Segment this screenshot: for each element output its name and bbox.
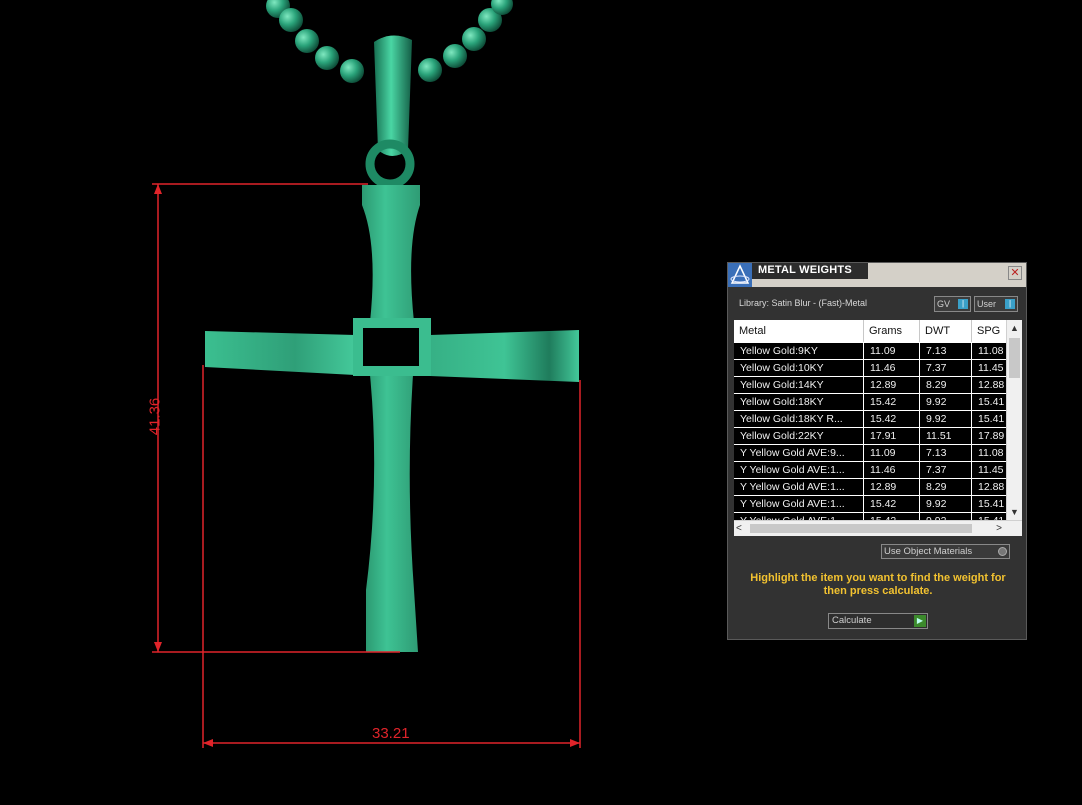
use-object-materials-toggle[interactable]: Use Object Materials [881, 544, 1010, 559]
panel-titlebar[interactable]: METAL WEIGHTS ✕ [728, 263, 1026, 287]
cell-metal: Y Yellow Gold AVE:1... [734, 496, 864, 512]
table-row[interactable]: Y Yellow Gold AVE:1... 11.46 7.37 11.45 [734, 462, 1006, 479]
cell-metal: Y Yellow Gold AVE:1... [734, 479, 864, 495]
chain-bead [340, 59, 364, 83]
width-dimension-label: 33.21 [372, 725, 410, 742]
scroll-up-icon[interactable]: ▲ [1007, 320, 1022, 336]
instruction-text: Highlight the item you want to find the … [750, 572, 1006, 597]
cell-dwt: 11.51 [920, 428, 972, 444]
toggle-knob-icon: | [958, 299, 968, 309]
calculate-label: Calculate [832, 615, 872, 626]
table-row[interactable]: Yellow Gold:22KY 17.91 11.51 17.89 [734, 428, 1006, 445]
table-row[interactable]: Yellow Gold:18KY R... 15.42 9.92 15.41 [734, 411, 1006, 428]
cell-grams: 15.42 [864, 496, 920, 512]
scroll-right-icon[interactable]: > [996, 521, 1002, 536]
chain-bead [295, 29, 319, 53]
cross-lower-stem [366, 375, 418, 652]
scroll-down-icon[interactable]: ▼ [1007, 504, 1022, 520]
cell-metal: Y Yellow Gold AVE:9... [734, 445, 864, 461]
chain-bead [279, 8, 303, 32]
cell-grams: 17.91 [864, 428, 920, 444]
height-dimension-label: 41.36 [146, 397, 164, 436]
cell-metal: Yellow Gold:22KY [734, 428, 864, 444]
arrow-down [154, 642, 162, 652]
cross-upper-stem [362, 185, 420, 322]
table-row[interactable]: Yellow Gold:10KY 11.46 7.37 11.45 [734, 360, 1006, 377]
cell-grams: 11.09 [864, 445, 920, 461]
table-row[interactable]: Y Yellow Gold AVE:1... 12.89 8.29 12.88 [734, 479, 1006, 496]
user-toggle[interactable]: User | [974, 296, 1018, 312]
cell-grams: 11.09 [864, 343, 920, 359]
cross-right-arm [430, 330, 579, 382]
cell-grams: 12.89 [864, 377, 920, 393]
cell-dwt: 9.92 [920, 496, 972, 512]
cell-metal: Yellow Gold:18KY R... [734, 411, 864, 427]
scroll-left-icon[interactable]: < [736, 521, 742, 536]
table-header: Metal Grams DWT SPG [734, 320, 1006, 342]
chain-bead [462, 27, 486, 51]
arrow-right [570, 739, 580, 747]
cell-dwt: 7.13 [920, 343, 972, 359]
radio-icon [998, 547, 1007, 556]
panel-title: METAL WEIGHTS [758, 264, 852, 276]
cell-dwt: 9.92 [920, 411, 972, 427]
cell-dwt: 8.29 [920, 479, 972, 495]
table-row[interactable]: Yellow Gold:18KY 15.42 9.92 15.41 [734, 394, 1006, 411]
table-row[interactable]: Yellow Gold:9KY 11.09 7.13 11.08 [734, 343, 1006, 360]
cell-grams: 11.46 [864, 360, 920, 376]
toggle-knob-icon: | [1005, 299, 1015, 309]
app-logo-icon [728, 263, 752, 287]
arrow-up [154, 184, 162, 194]
column-header-metal[interactable]: Metal [734, 320, 864, 342]
cross-left-arm [205, 331, 355, 375]
gv-toggle-label: GV [937, 299, 951, 309]
table-row[interactable]: Yellow Gold:14KY 12.89 8.29 12.88 [734, 377, 1006, 394]
metal-weights-panel: METAL WEIGHTS ✕ Library: Satin Blur - (F… [727, 262, 1027, 640]
library-label: Library: Satin Blur - (Fast)-Metal [739, 298, 868, 308]
chain-bead [315, 46, 339, 70]
cell-metal: Yellow Gold:10KY [734, 360, 864, 376]
chain-bead [443, 44, 467, 68]
table-row[interactable]: Y Yellow Gold AVE:9... 11.09 7.13 11.08 [734, 445, 1006, 462]
bail [374, 35, 412, 156]
use-object-materials-label: Use Object Materials [884, 546, 973, 557]
arrow-left [203, 739, 213, 747]
cell-metal: Yellow Gold:18KY [734, 394, 864, 410]
calculate-button[interactable]: Calculate ▶ [828, 613, 928, 629]
cell-grams: 15.42 [864, 411, 920, 427]
horizontal-scrollbar[interactable]: < > [734, 520, 1022, 536]
column-header-grams[interactable]: Grams [864, 320, 920, 342]
play-arrow-icon: ▶ [914, 615, 926, 627]
cell-metal: Yellow Gold:14KY [734, 377, 864, 393]
cell-dwt: 7.37 [920, 462, 972, 478]
cell-grams: 12.89 [864, 479, 920, 495]
gv-toggle[interactable]: GV | [934, 296, 971, 312]
column-header-dwt[interactable]: DWT [920, 320, 972, 342]
cell-dwt: 9.92 [920, 394, 972, 410]
table-body: Yellow Gold:9KY 11.09 7.13 11.08 Yellow Gol… [734, 343, 1006, 530]
vertical-scrollbar[interactable]: ▲ ▼ [1006, 320, 1022, 520]
cell-grams: 15.42 [864, 394, 920, 410]
cell-metal: Y Yellow Gold AVE:1... [734, 462, 864, 478]
cell-dwt: 8.29 [920, 377, 972, 393]
horizontal-scroll-thumb[interactable] [750, 524, 972, 533]
vertical-scroll-thumb[interactable] [1009, 338, 1020, 378]
cell-dwt: 7.37 [920, 360, 972, 376]
metal-table[interactable]: Metal Grams DWT SPG Yellow Gold:9KY 11.09… [734, 320, 1022, 536]
cell-metal: Yellow Gold:9KY [734, 343, 864, 359]
cell-dwt: 7.13 [920, 445, 972, 461]
user-toggle-label: User [977, 299, 997, 309]
close-icon[interactable]: ✕ [1008, 266, 1022, 280]
chain-bead [418, 58, 442, 82]
cell-grams: 11.46 [864, 462, 920, 478]
cross-center-opening [363, 328, 419, 366]
table-row[interactable]: Y Yellow Gold AVE:1...15.429.9215.41 [734, 496, 1006, 513]
dimension-lines [152, 183, 581, 748]
